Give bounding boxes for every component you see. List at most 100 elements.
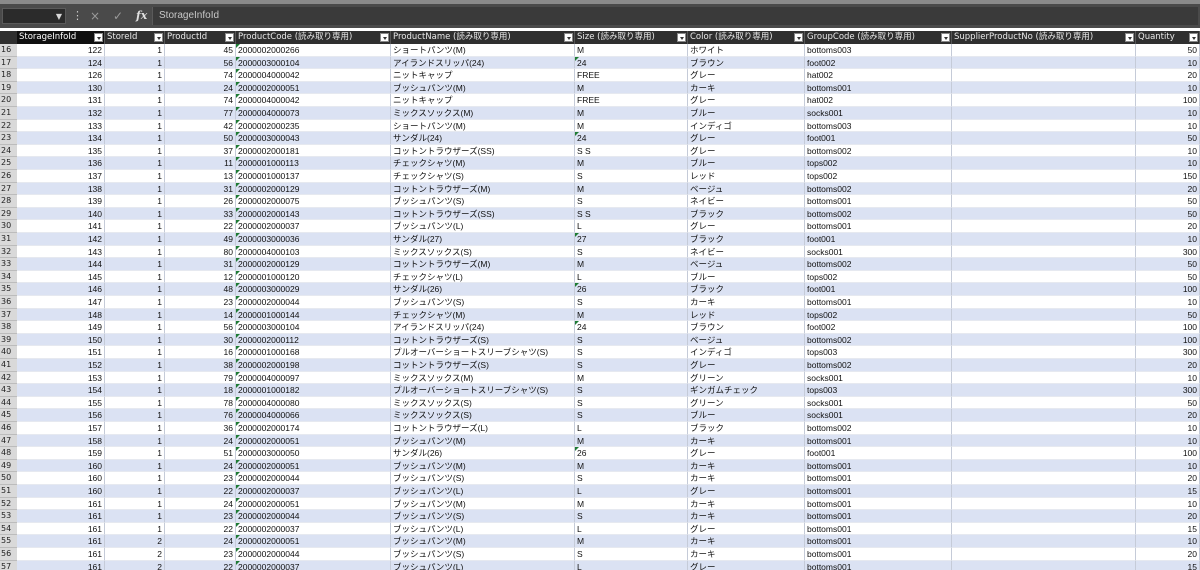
cell-code[interactable]: 2000001000182 <box>236 384 391 397</box>
cell-supplier[interactable] <box>952 522 1136 536</box>
cell-color[interactable]: ベージュ <box>688 258 805 271</box>
cell-supplier[interactable] <box>952 447 1136 460</box>
filter-dropdown-icon[interactable] <box>225 33 234 42</box>
cell-name[interactable]: コットントラウザーズ(M) <box>391 258 575 271</box>
cell-group[interactable]: bottoms002 <box>805 359 952 372</box>
cell-name[interactable]: プルオーバーショートスリーブシャツ(S) <box>391 346 575 359</box>
cell-color[interactable]: カーキ <box>688 497 805 511</box>
cell-product[interactable]: 16 <box>165 346 236 359</box>
cell-group[interactable]: socks001 <box>805 245 952 259</box>
cell-color[interactable]: カーキ <box>688 510 805 523</box>
cell-color[interactable]: カーキ <box>688 434 805 448</box>
cell-store[interactable]: 1 <box>105 434 165 448</box>
cell-qty[interactable]: 10 <box>1136 535 1200 548</box>
cell-store[interactable]: 1 <box>105 497 165 511</box>
row-number[interactable]: 33 <box>0 258 17 271</box>
cell-store[interactable]: 1 <box>105 333 165 347</box>
cell-supplier[interactable] <box>952 258 1136 271</box>
cell-size[interactable]: M <box>575 497 688 511</box>
name-box[interactable]: ▼ <box>2 8 66 24</box>
row-number[interactable]: 34 <box>0 270 17 284</box>
cell-qty[interactable]: 100 <box>1136 447 1200 460</box>
cell-name[interactable]: アイランドスリッパ(24) <box>391 56 575 70</box>
cell-name[interactable]: コットントラウザーズ(S) <box>391 333 575 347</box>
cell-store[interactable]: 1 <box>105 510 165 523</box>
cell-product[interactable]: 56 <box>165 321 236 334</box>
cell-size[interactable]: M <box>575 434 688 448</box>
cell-qty[interactable]: 10 <box>1136 459 1200 473</box>
cell-group[interactable]: foot001 <box>805 233 952 246</box>
cell-qty[interactable]: 15 <box>1136 522 1200 536</box>
cell-supplier[interactable] <box>952 44 1136 57</box>
row-number[interactable]: 43 <box>0 384 17 397</box>
column-header-supplier[interactable]: SupplierProductNo (読み取り専用) <box>952 31 1136 44</box>
cell-storage[interactable]: 134 <box>17 132 105 145</box>
cell-group[interactable]: bottoms001 <box>805 472 952 485</box>
cell-size[interactable]: 27 <box>575 233 688 246</box>
row-number[interactable]: 30 <box>0 220 17 233</box>
cell-qty[interactable]: 10 <box>1136 157 1200 170</box>
cell-supplier[interactable] <box>952 371 1136 385</box>
cell-group[interactable]: bottoms002 <box>805 144 952 158</box>
cell-color[interactable]: グレー <box>688 447 805 460</box>
cell-code[interactable]: 2000002000037 <box>236 560 391 570</box>
column-header-store[interactable]: StoreId <box>105 31 165 44</box>
cell-supplier[interactable] <box>952 510 1136 523</box>
cell-product[interactable]: 23 <box>165 548 236 561</box>
cell-name[interactable]: コットントラウザーズ(M) <box>391 182 575 196</box>
cell-qty[interactable]: 300 <box>1136 384 1200 397</box>
cell-supplier[interactable] <box>952 107 1136 120</box>
cell-product[interactable]: 24 <box>165 459 236 473</box>
cell-supplier[interactable] <box>952 132 1136 145</box>
cell-qty[interactable]: 10 <box>1136 497 1200 511</box>
cell-code[interactable]: 2000004000042 <box>236 69 391 82</box>
row-number[interactable]: 54 <box>0 522 17 536</box>
cell-product[interactable]: 50 <box>165 132 236 145</box>
cell-product[interactable]: 30 <box>165 333 236 347</box>
cell-size[interactable]: M <box>575 119 688 133</box>
row-number[interactable]: 38 <box>0 321 17 334</box>
cell-name[interactable]: ブッシュパンツ(S) <box>391 510 575 523</box>
cell-group[interactable]: hat002 <box>805 69 952 82</box>
cell-product[interactable]: 31 <box>165 258 236 271</box>
cell-storage[interactable]: 133 <box>17 119 105 133</box>
cell-qty[interactable]: 100 <box>1136 321 1200 334</box>
cell-color[interactable]: カーキ <box>688 535 805 548</box>
cell-color[interactable]: ブラック <box>688 207 805 221</box>
cell-qty[interactable]: 20 <box>1136 510 1200 523</box>
cell-group[interactable]: bottoms002 <box>805 207 952 221</box>
cell-size[interactable]: M <box>575 308 688 322</box>
cell-name[interactable]: ショートパンツ(M) <box>391 119 575 133</box>
cell-storage[interactable]: 131 <box>17 94 105 107</box>
cell-storage[interactable]: 137 <box>17 170 105 183</box>
cell-storage[interactable]: 161 <box>17 548 105 561</box>
cell-size[interactable]: 24 <box>575 132 688 145</box>
cell-code[interactable]: 2000003000029 <box>236 283 391 296</box>
cell-product[interactable]: 11 <box>165 157 236 170</box>
cell-product[interactable]: 74 <box>165 69 236 82</box>
cell-code[interactable]: 2000002000044 <box>236 296 391 309</box>
cell-supplier[interactable] <box>952 94 1136 107</box>
cell-product[interactable]: 38 <box>165 359 236 372</box>
cell-store[interactable]: 1 <box>105 321 165 334</box>
cell-color[interactable]: グレー <box>688 359 805 372</box>
cell-product[interactable]: 23 <box>165 510 236 523</box>
row-number[interactable]: 42 <box>0 371 17 385</box>
cell-code[interactable]: 2000002000044 <box>236 548 391 561</box>
row-number[interactable]: 25 <box>0 157 17 170</box>
cell-supplier[interactable] <box>952 333 1136 347</box>
row-number[interactable]: 22 <box>0 119 17 133</box>
row-number[interactable]: 49 <box>0 459 17 473</box>
cell-size[interactable]: L <box>575 220 688 233</box>
cell-store[interactable]: 1 <box>105 233 165 246</box>
row-number[interactable]: 39 <box>0 333 17 347</box>
cell-code[interactable]: 2000002000266 <box>236 44 391 57</box>
cell-color[interactable]: グレー <box>688 94 805 107</box>
cell-code[interactable]: 2000002000143 <box>236 207 391 221</box>
cell-store[interactable]: 1 <box>105 220 165 233</box>
cell-storage[interactable]: 139 <box>17 195 105 208</box>
filter-dropdown-icon[interactable] <box>1189 33 1198 42</box>
filter-dropdown-icon[interactable] <box>677 33 686 42</box>
row-number[interactable]: 37 <box>0 308 17 322</box>
cell-storage[interactable]: 160 <box>17 485 105 498</box>
